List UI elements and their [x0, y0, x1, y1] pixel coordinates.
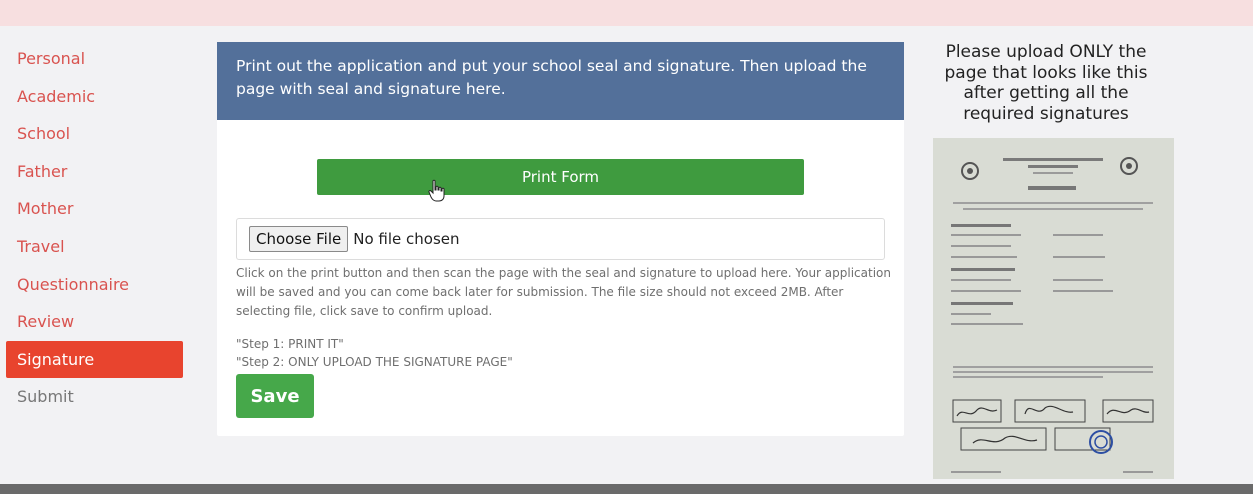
choose-file-button[interactable]: Choose File — [249, 226, 349, 252]
file-status-text: No file chosen — [353, 230, 460, 248]
sidebar-item-personal[interactable]: Personal — [0, 40, 195, 78]
sidebar-item-signature[interactable]: Signature — [6, 340, 183, 379]
sidebar-item-review[interactable]: Review — [0, 303, 195, 341]
form-steps-sidebar: Personal Academic School Father Mother T… — [0, 40, 195, 416]
sidebar-item-travel[interactable]: Travel — [0, 228, 195, 266]
save-button[interactable]: Save — [236, 374, 314, 418]
sample-document-illustration — [933, 138, 1174, 479]
card-header: Print out the application and put your s… — [217, 42, 904, 120]
sidebar-item-submit[interactable]: Submit — [0, 378, 195, 416]
sidebar-item-father[interactable]: Father — [0, 153, 195, 191]
sample-signature-page-image — [933, 138, 1174, 479]
sidebar-item-questionnaire[interactable]: Questionnaire — [0, 266, 195, 304]
upload-instruction-text: Please upload ONLY the page that looks l… — [944, 42, 1148, 124]
hand-cursor-icon — [428, 179, 445, 202]
step-2-text: "Step 2: ONLY UPLOAD THE SIGNATURE PAGE" — [236, 355, 513, 369]
bottom-strip — [0, 484, 1253, 494]
upload-help-text: Click on the print button and then scan … — [236, 266, 891, 318]
signature-upload-card: Print out the application and put your s… — [217, 42, 904, 436]
top-banner — [0, 0, 1253, 26]
sidebar-item-mother[interactable]: Mother — [0, 190, 195, 228]
sidebar-item-academic[interactable]: Academic — [0, 78, 195, 116]
step-1-text: "Step 1: PRINT IT" — [236, 337, 344, 351]
print-form-button[interactable]: Print Form — [317, 159, 804, 195]
sidebar-item-school[interactable]: School — [0, 115, 195, 153]
file-upload-field: Choose File No file chosen — [236, 218, 885, 260]
